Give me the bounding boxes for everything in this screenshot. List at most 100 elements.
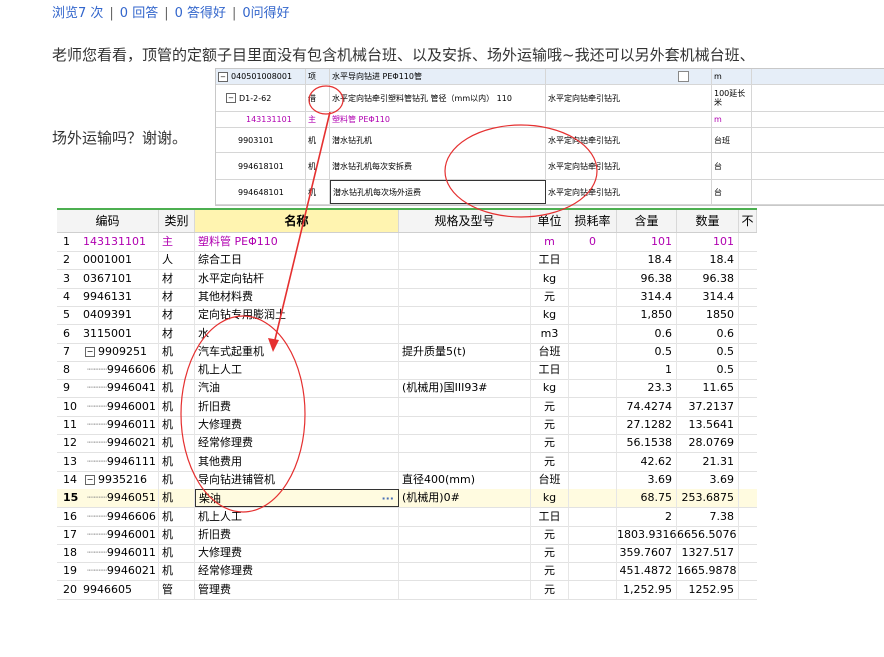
table-row[interactable]: 8 ┈┈┈9946606 机机上人工 工日 1 0.5 <box>57 361 757 381</box>
cell-content[interactable]: 18.4 <box>617 251 677 270</box>
cell-name[interactable]: 折旧费 <box>195 397 399 416</box>
table-row[interactable]: 19 ┈┈┈9946021 机经常修理费 元 451.4872 1665.9878 <box>57 562 757 582</box>
col-spec[interactable]: 规格及型号 <box>399 210 531 232</box>
cell-content[interactable]: 314.4 <box>617 287 677 306</box>
cell-code[interactable]: 4 9946131 <box>57 287 159 306</box>
cell-loss[interactable] <box>569 544 617 563</box>
table-row[interactable]: 12 ┈┈┈9946021 机经常修理费 元 56.1538 28.0769 <box>57 434 757 454</box>
cell-name[interactable]: 其他材料费 <box>195 287 399 306</box>
cell-spec[interactable]: (机械用)国III93# <box>399 379 531 398</box>
cell-spec[interactable]: 直径400(mm) <box>399 470 531 489</box>
cell-spec[interactable] <box>399 251 531 270</box>
cell-content[interactable]: 3.69 <box>617 470 677 489</box>
cell-loss[interactable] <box>569 306 617 325</box>
cell-content[interactable]: 101 <box>617 233 677 251</box>
cell-spec[interactable] <box>399 544 531 563</box>
cell-loss[interactable] <box>569 269 617 288</box>
cell-loss[interactable] <box>569 379 617 398</box>
cell-qty[interactable]: 7.38 <box>677 507 739 526</box>
cell-code[interactable]: 9 ┈┈┈9946041 <box>57 379 159 398</box>
cell-spec[interactable] <box>399 269 531 288</box>
cell-qty[interactable]: 6656.5076 <box>677 525 739 544</box>
cell-spec[interactable] <box>399 287 531 306</box>
cell-type[interactable]: 机 <box>159 525 195 544</box>
cell-unit[interactable]: 工日 <box>531 507 569 526</box>
cell-code[interactable]: 15 ┈┈┈9946051 <box>57 489 159 508</box>
cell-name[interactable]: 经常修理费 <box>195 434 399 453</box>
cell-loss[interactable] <box>569 580 617 599</box>
cell-spec[interactable] <box>399 233 531 251</box>
cell-qty[interactable]: 13.5641 <box>677 416 739 434</box>
cell-unit[interactable]: 元 <box>531 562 569 581</box>
cell-spec[interactable] <box>399 416 531 434</box>
cell-unit[interactable]: 台班 <box>531 342 569 361</box>
cell-name[interactable]: 柴油 ··· <box>195 489 399 508</box>
cell-code[interactable]: 7 −9909251 <box>57 342 159 361</box>
cell-content[interactable]: 1 <box>617 361 677 380</box>
cell-code[interactable]: 19 ┈┈┈9946021 <box>57 562 159 581</box>
cell-name[interactable]: 机上人工 <box>195 361 399 380</box>
cell-code[interactable]: 3 0367101 <box>57 269 159 288</box>
cell-spec[interactable] <box>399 397 531 416</box>
cell-unit[interactable]: 工日 <box>531 361 569 380</box>
cell-loss[interactable] <box>569 342 617 361</box>
cell-type[interactable]: 机 <box>159 544 195 563</box>
cell-loss[interactable] <box>569 507 617 526</box>
table-row[interactable]: 7 −9909251 机汽车式起重机 提升质量5(t) 台班 0.5 0.5 <box>57 342 757 362</box>
cell-name[interactable]: 塑料管 PEΦ110 <box>195 233 399 251</box>
cell-content[interactable]: 56.1538 <box>617 434 677 453</box>
cell-code[interactable]: 13 ┈┈┈9946111 <box>57 452 159 471</box>
cell-unit[interactable]: kg <box>531 379 569 398</box>
cell-unit[interactable]: 元 <box>531 525 569 544</box>
cell-unit[interactable]: 元 <box>531 452 569 471</box>
col-name[interactable]: 名称 <box>195 210 399 232</box>
cell-unit[interactable]: m <box>531 233 569 251</box>
good-answers-count[interactable]: 0 答得好 <box>175 6 226 21</box>
cell-spec[interactable] <box>399 562 531 581</box>
col-unit[interactable]: 单位 <box>531 210 569 232</box>
cell-content[interactable]: 451.4872 <box>617 562 677 581</box>
cell-code[interactable]: 6 3115001 <box>57 324 159 343</box>
cell-unit[interactable]: 元 <box>531 287 569 306</box>
cell-loss[interactable]: 0 <box>569 233 617 251</box>
cell-qty[interactable]: 0.5 <box>677 342 739 361</box>
cell-loss[interactable] <box>569 397 617 416</box>
cell-unit[interactable]: 元 <box>531 544 569 563</box>
cell-unit[interactable]: 台班 <box>531 470 569 489</box>
cell-unit[interactable]: kg <box>531 269 569 288</box>
table-row[interactable]: 18 ┈┈┈9946011 机大修理费 元 359.7607 1327.517 <box>57 544 757 564</box>
cell-name[interactable]: 定向钻专用膨润土 <box>195 306 399 325</box>
col-type[interactable]: 类别 <box>159 210 195 232</box>
cell-type[interactable]: 机 <box>159 342 195 361</box>
good-questions-count[interactable]: 0问得好 <box>242 6 289 21</box>
cell-qty[interactable]: 1665.9878 <box>677 562 739 581</box>
cell-type[interactable]: 材 <box>159 269 195 288</box>
cell-loss[interactable] <box>569 361 617 380</box>
table-row[interactable]: 20 9946605 管管理费 元 1,252.95 1252.95 <box>57 580 757 600</box>
cell-spec[interactable] <box>399 507 531 526</box>
cell-unit[interactable]: m3 <box>531 324 569 343</box>
cell-qty[interactable]: 101 <box>677 233 739 251</box>
row-checkbox[interactable] <box>678 71 689 82</box>
cell-type[interactable]: 机 <box>159 416 195 434</box>
cell-name[interactable]: 大修理费 <box>195 544 399 563</box>
cell-name[interactable]: 导向钻进铺管机 <box>195 470 399 489</box>
cell-qty[interactable]: 28.0769 <box>677 434 739 453</box>
table-row[interactable]: 14−9935216 机导向钻进铺管机 直径400(mm) 台班 3.69 3.69 <box>57 470 757 490</box>
cell-code[interactable]: 1 143131101 <box>57 233 159 251</box>
cell-content[interactable]: 27.1282 <box>617 416 677 434</box>
cell-content[interactable]: 23.3 <box>617 379 677 398</box>
cell-type[interactable]: 机 <box>159 379 195 398</box>
table-row[interactable]: 1 143131101 主塑料管 PEΦ110 m 0 101 101 <box>57 233 757 252</box>
cell-loss[interactable] <box>569 324 617 343</box>
cell-content[interactable]: 0.5 <box>617 342 677 361</box>
col-quantity[interactable]: 数量 <box>677 210 739 232</box>
cell-name[interactable]: 水平定向钻杆 <box>195 269 399 288</box>
table-row[interactable]: 5 0409391 材定向钻专用膨润土 kg 1,850 1850 <box>57 306 757 326</box>
cell-qty[interactable]: 3.69 <box>677 470 739 489</box>
cell-name[interactable]: 大修理费 <box>195 416 399 434</box>
table-row[interactable]: 6 3115001 材水 m3 0.6 0.6 <box>57 324 757 344</box>
cell-content[interactable]: 68.75 <box>617 489 677 508</box>
cell-qty[interactable]: 0.5 <box>677 361 739 380</box>
cell-spec[interactable] <box>399 525 531 544</box>
